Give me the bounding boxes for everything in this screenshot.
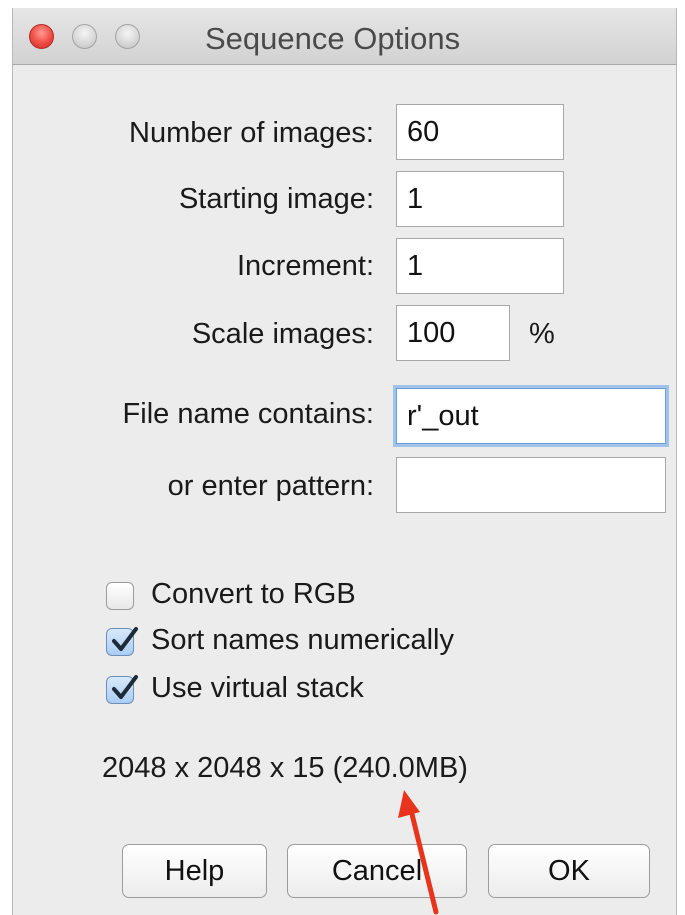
sequence-options-dialog: Sequence Options Number of images: 60 St… — [12, 8, 677, 915]
close-window-button[interactable] — [29, 24, 54, 49]
increment-label: Increment: — [237, 250, 374, 282]
convert-to-rgb-label: Convert to RGB — [151, 578, 356, 610]
file-name-contains-label: File name contains: — [122, 398, 374, 430]
use-virtual-stack-label: Use virtual stack — [151, 672, 364, 704]
zoom-window-button[interactable] — [115, 24, 140, 49]
percent-unit-label: % — [529, 318, 555, 350]
increment-field[interactable]: 1 — [396, 238, 564, 294]
title-bar[interactable]: Sequence Options — [13, 8, 676, 65]
starting-image-label: Starting image: — [178, 183, 374, 215]
help-button[interactable]: Help — [122, 844, 267, 898]
file-name-contains-field[interactable]: r'_out — [396, 388, 666, 444]
stack-size-info: 2048 x 2048 x 15 (240.0MB) — [102, 752, 468, 784]
ok-button[interactable]: OK — [488, 844, 650, 898]
window-title: Sequence Options — [205, 21, 461, 56]
sort-names-numerically-label: Sort names numerically — [151, 624, 454, 656]
number-of-images-label: Number of images: — [129, 117, 374, 149]
enter-pattern-field[interactable] — [396, 457, 666, 513]
enter-pattern-label: or enter pattern: — [167, 470, 374, 502]
scale-images-field[interactable]: 100 — [396, 305, 510, 361]
cancel-button[interactable]: Cancel — [287, 844, 467, 898]
number-of-images-field[interactable]: 60 — [396, 104, 564, 160]
checkmark-icon — [112, 627, 138, 651]
starting-image-field[interactable]: 1 — [396, 171, 564, 227]
use-virtual-stack-checkbox[interactable] — [106, 675, 138, 704]
minimize-window-button[interactable] — [72, 24, 97, 49]
convert-to-rgb-checkbox[interactable] — [106, 582, 134, 610]
checkmark-icon — [112, 675, 138, 699]
sort-names-numerically-checkbox[interactable] — [106, 627, 138, 656]
scale-images-label: Scale images: — [191, 318, 374, 350]
